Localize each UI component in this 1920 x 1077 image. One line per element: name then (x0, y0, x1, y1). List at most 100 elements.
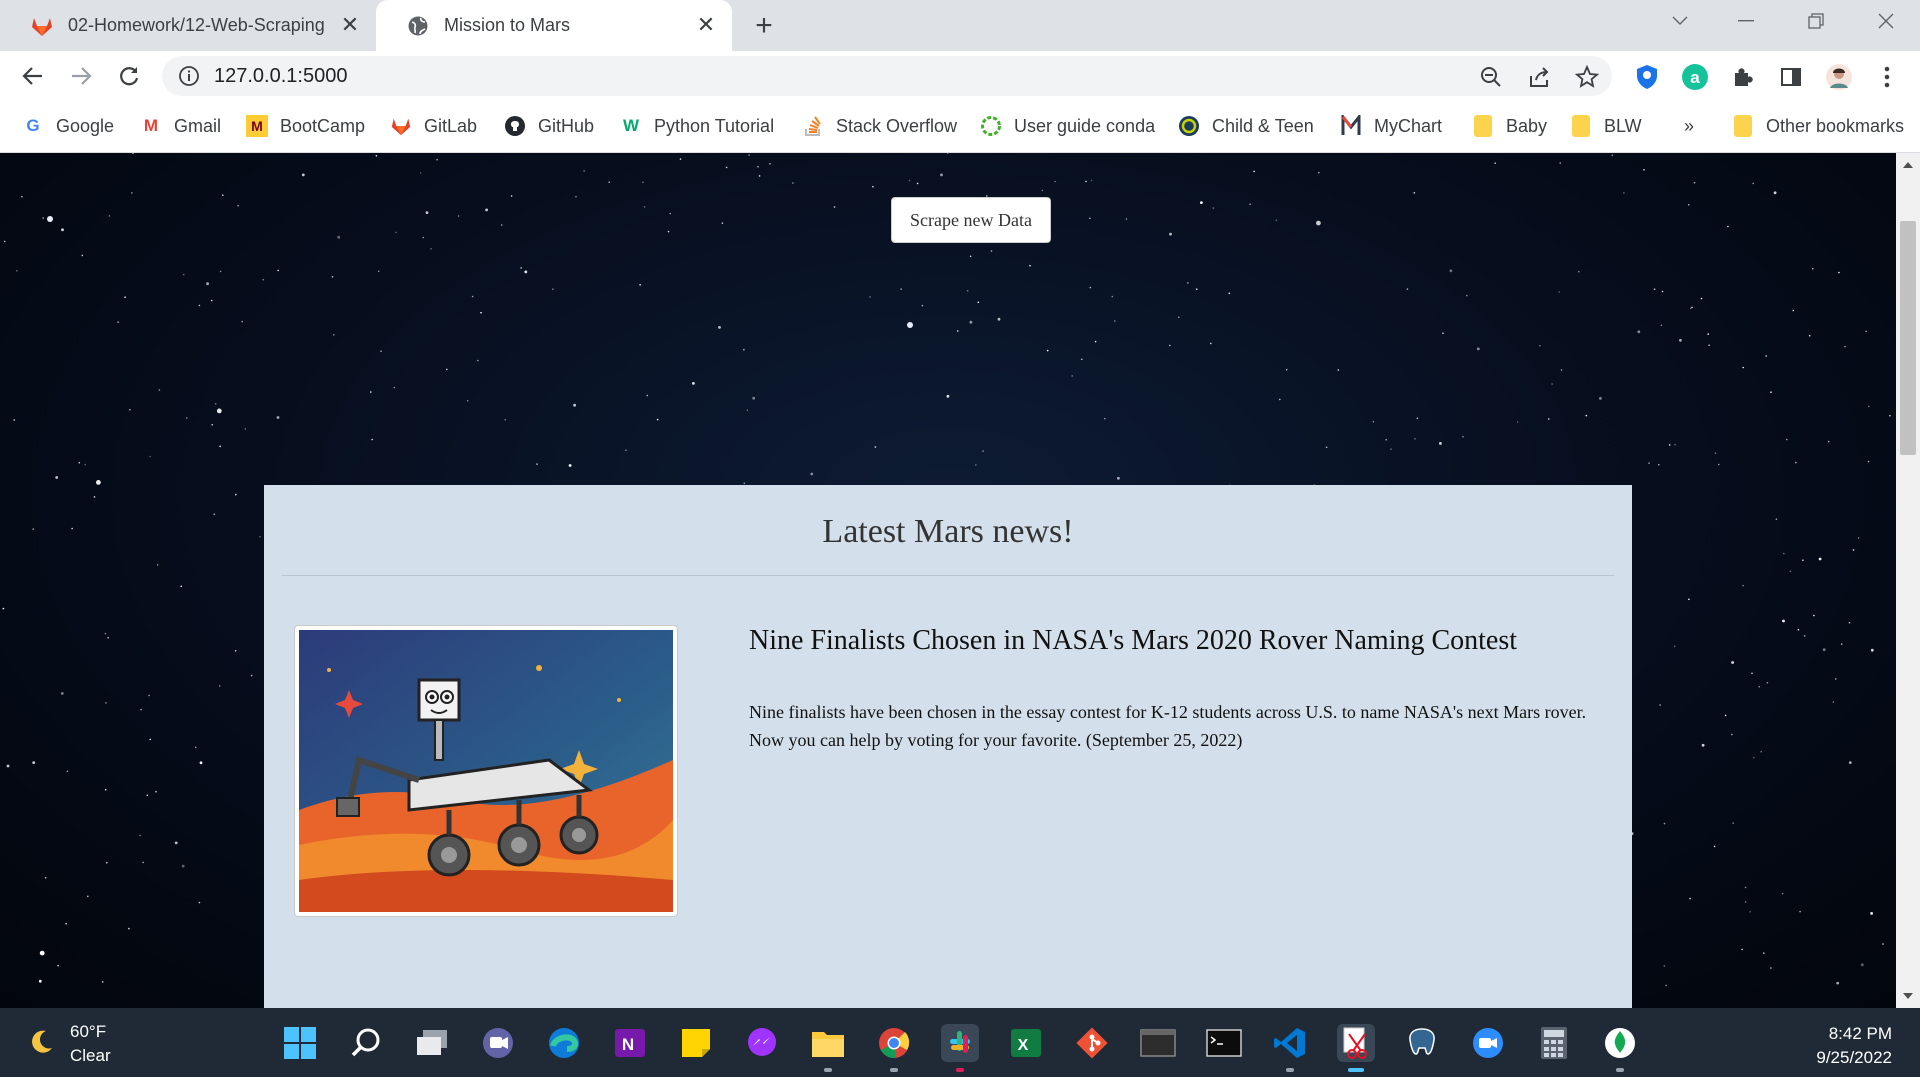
scrollbar-thumb[interactable] (1900, 221, 1916, 455)
page-scrollbar[interactable] (1896, 153, 1920, 1008)
star (1316, 220, 1321, 226)
address-bar[interactable]: 127.0.0.1:5000 (162, 56, 1612, 96)
star (573, 403, 576, 407)
star (1318, 171, 1320, 174)
excel-icon[interactable]: X (1007, 1024, 1045, 1062)
chrome-icon[interactable] (875, 1024, 913, 1072)
star (60, 692, 64, 695)
tab-homework[interactable]: 02-Homework/12-Web-Scraping ✕ (0, 0, 376, 51)
star (1808, 334, 1811, 337)
task-view-icon[interactable] (413, 1024, 451, 1062)
vscode-icon[interactable] (1271, 1024, 1309, 1072)
star (1882, 943, 1884, 945)
bookmark-python-tutorial[interactable]: W Python Tutorial (620, 113, 774, 139)
close-window-button[interactable] (1856, 0, 1916, 42)
calculator-icon[interactable] (1535, 1024, 1573, 1062)
onenote-icon[interactable]: N (611, 1024, 649, 1062)
bookmark-label: BootCamp (280, 115, 366, 136)
extensions-puzzle-icon[interactable] (1729, 63, 1757, 91)
zoom-icon[interactable] (1469, 1024, 1507, 1062)
weather-condition: Clear (70, 1046, 111, 1065)
article-title[interactable]: Nine Finalists Chosen in NASA's Mars 202… (749, 625, 1517, 657)
snipping-tool-icon[interactable] (1337, 1024, 1375, 1072)
star (213, 513, 215, 515)
star (39, 950, 45, 956)
profile-avatar[interactable] (1825, 63, 1853, 91)
close-tab-icon[interactable]: ✕ (338, 12, 362, 37)
restore-button[interactable] (1786, 0, 1846, 42)
bookmark-bootcamp[interactable]: M BootCamp (246, 113, 365, 139)
bookmark-stack-overflow[interactable]: Stack Overflow (802, 113, 957, 139)
bookmark-mychart[interactable]: MyChart (1340, 113, 1442, 139)
postgresql-icon[interactable] (1403, 1024, 1441, 1062)
forward-button[interactable] (66, 61, 96, 91)
tab-search-icon[interactable] (1650, 0, 1710, 42)
star (1337, 369, 1340, 371)
star (1249, 203, 1251, 205)
star (1661, 290, 1664, 293)
edge-icon[interactable] (545, 1024, 583, 1062)
sticky-notes-icon[interactable] (677, 1024, 715, 1062)
zoom-icon[interactable] (1478, 64, 1504, 90)
bookmark-gmail[interactable]: M Gmail (140, 113, 221, 139)
star (977, 301, 980, 304)
star (1125, 218, 1128, 220)
teams-chat-icon[interactable] (479, 1024, 517, 1062)
site-info-icon[interactable] (178, 65, 200, 87)
menu-kebab-icon[interactable] (1873, 63, 1901, 91)
scroll-down-arrow-icon[interactable] (1902, 990, 1914, 1002)
bookmark-github[interactable]: GitHub (504, 113, 594, 139)
bookmark-child-teen[interactable]: Child & Teen (1178, 113, 1314, 139)
star (1812, 267, 1814, 270)
bookmark-gitlab[interactable]: GitLab (390, 113, 477, 139)
star (182, 273, 185, 276)
bitwarden-shield-icon[interactable] (1633, 63, 1661, 91)
reload-button[interactable] (114, 61, 144, 91)
star (1663, 822, 1666, 825)
url-text[interactable]: 127.0.0.1:5000 (214, 65, 347, 88)
windows-start-icon[interactable] (281, 1024, 319, 1062)
star (1744, 901, 1747, 903)
file-explorer-icon[interactable] (809, 1024, 847, 1072)
git-icon[interactable] (1073, 1024, 1111, 1062)
star (1744, 886, 1747, 889)
star (1637, 330, 1641, 334)
star (1673, 645, 1676, 647)
bookmark-label: Child & Teen (1212, 115, 1314, 136)
svg-text:a: a (1690, 68, 1700, 87)
side-panel-icon[interactable] (1777, 63, 1805, 91)
weather-widget[interactable]: 60°F Clear (26, 1020, 111, 1068)
command-prompt-icon[interactable] (1205, 1024, 1243, 1062)
minimize-button[interactable] (1716, 0, 1776, 42)
slack-icon[interactable] (941, 1024, 979, 1072)
system-clock[interactable]: 8:42 PM 9/25/2022 (1816, 1022, 1892, 1070)
new-tab-button[interactable]: + (748, 9, 780, 42)
scrape-new-data-button[interactable]: Scrape new Data (891, 197, 1051, 243)
close-tab-icon[interactable]: ✕ (694, 12, 718, 37)
star (1442, 332, 1444, 334)
star (337, 235, 341, 239)
search-icon[interactable] (347, 1024, 385, 1062)
mongodb-icon[interactable] (1601, 1024, 1639, 1072)
bookmarks-overflow-button[interactable]: » (1684, 113, 1694, 139)
star (139, 834, 141, 837)
messenger-icon[interactable] (743, 1024, 781, 1062)
star (61, 228, 64, 232)
grammarly-icon[interactable]: a (1681, 63, 1709, 91)
other-bookmarks[interactable]: Other bookmarks (1732, 113, 1904, 139)
star (721, 222, 724, 224)
bookmark-star-icon[interactable] (1574, 64, 1600, 90)
tab-mission-to-mars[interactable]: Mission to Mars ✕ (376, 0, 732, 51)
bookmark-folder-baby[interactable]: Baby (1472, 113, 1547, 139)
bookmark-user-guide-conda[interactable]: User guide conda (980, 113, 1155, 139)
star (219, 445, 221, 448)
star (639, 284, 641, 286)
back-button[interactable] (18, 61, 48, 91)
article-teaser: Nine finalists have been chosen in the e… (749, 702, 1587, 750)
share-icon[interactable] (1526, 64, 1552, 90)
terminal-icon[interactable] (1139, 1024, 1177, 1062)
bookmark-google[interactable]: G Google (22, 113, 114, 139)
scroll-up-arrow-icon[interactable] (1902, 159, 1914, 171)
bookmark-folder-blw[interactable]: BLW (1570, 113, 1642, 139)
star (181, 864, 185, 868)
